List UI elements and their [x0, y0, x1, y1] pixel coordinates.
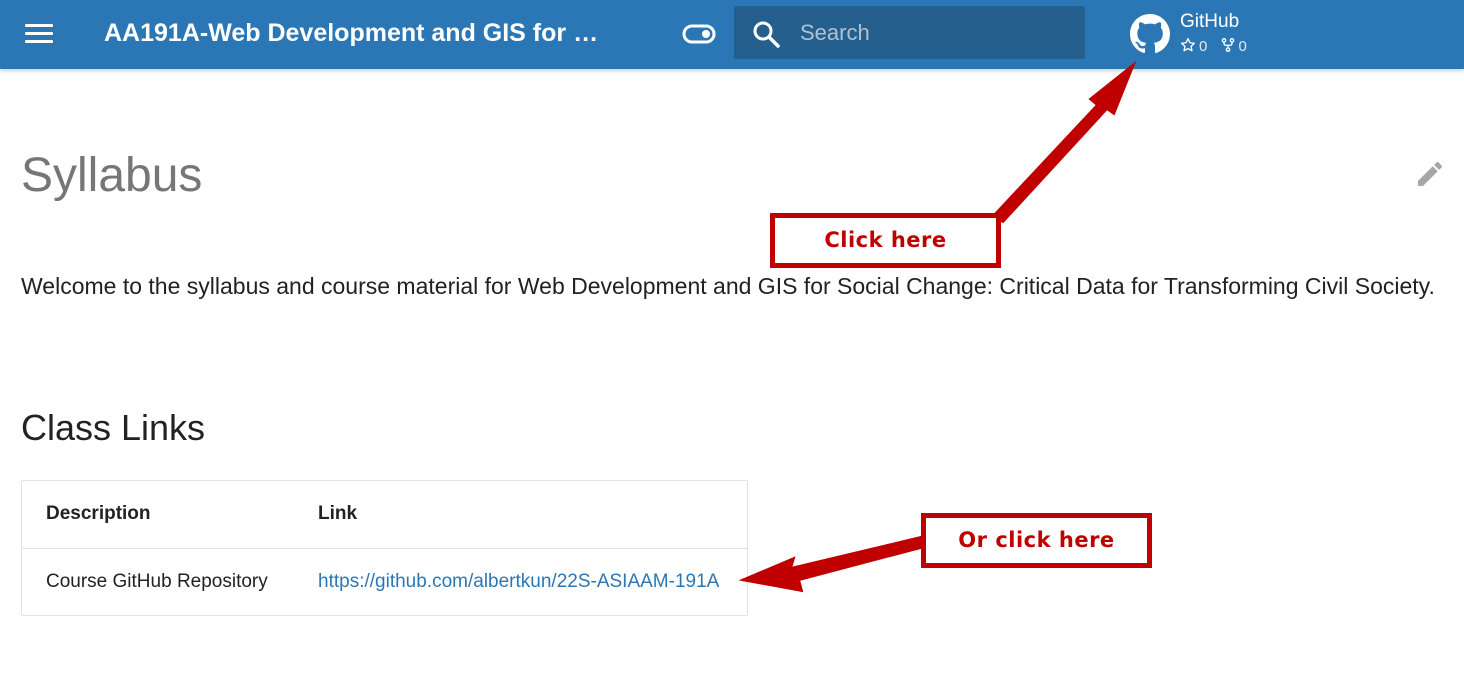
row-description: Course GitHub Repository [46, 570, 268, 592]
fork-icon [1221, 38, 1234, 52]
source-facts: 0 0 [1180, 37, 1255, 56]
source-name: GitHub [1180, 11, 1240, 32]
or-click-here-callout: Or click here [921, 513, 1152, 568]
section-title: Class Links [21, 407, 206, 448]
row-link-cell: https://github.com/albertkun/22S-ASIAAM-… [294, 548, 747, 615]
table-header-row: Description Link [22, 481, 747, 548]
star-count: 0 [1180, 37, 1207, 56]
menu-icon[interactable] [24, 21, 54, 45]
github-icon[interactable] [1130, 14, 1170, 54]
class-links-table: Description Link Course GitHub Repositor… [21, 480, 748, 616]
search-box[interactable] [734, 6, 1085, 59]
fork-count: 0 [1220, 37, 1247, 56]
github-repo-link[interactable]: GitHub 0 0 [1130, 10, 1280, 58]
column-header-link: Link [318, 503, 358, 525]
site-title[interactable]: AA191A-Web Development and GIS for … [104, 16, 644, 50]
pencil-icon[interactable] [1414, 158, 1446, 190]
table-row: Course GitHub Repository https://github.… [22, 548, 747, 615]
arrow-to-github [991, 60, 1137, 224]
search-icon[interactable] [752, 20, 780, 48]
top-header: AA191A-Web Development and GIS for … Git… [0, 0, 1464, 69]
star-icon [1181, 38, 1195, 52]
arrow-to-repo-link [738, 534, 930, 593]
github-repository-link[interactable]: https://github.com/albertkun/22S-ASIAAM-… [318, 571, 719, 592]
intro-paragraph: Welcome to the syllabus and course mater… [21, 273, 1435, 299]
toggle-icon[interactable] [682, 23, 716, 45]
click-here-callout: Click here [770, 213, 1001, 268]
column-header-description: Description [46, 503, 151, 525]
search-input[interactable] [800, 19, 1070, 47]
page-title: Syllabus [21, 149, 203, 202]
